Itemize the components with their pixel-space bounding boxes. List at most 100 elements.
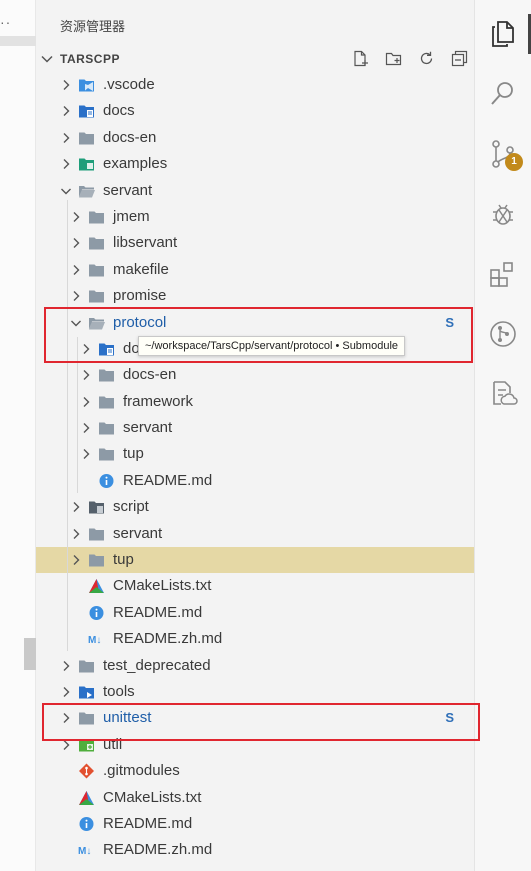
chevron-down-icon[interactable] bbox=[60, 185, 72, 197]
new-file-icon[interactable] bbox=[352, 50, 369, 67]
tree-item-label: README.md bbox=[113, 603, 203, 621]
tree-item-label: docs-en bbox=[103, 128, 157, 146]
vscode-folder-icon bbox=[79, 79, 94, 92]
chevron-right-icon[interactable] bbox=[70, 290, 82, 302]
folder-icon bbox=[79, 660, 94, 673]
chevron-right-icon[interactable] bbox=[70, 554, 82, 566]
tree-item-label: CMakeLists.txt bbox=[103, 788, 202, 806]
tree-item[interactable]: servant bbox=[36, 521, 474, 547]
tree-item-label: .vscode bbox=[103, 76, 155, 93]
collapse-all-icon[interactable] bbox=[451, 50, 468, 67]
tree-item-label: examples bbox=[103, 155, 168, 173]
chevron-right-icon[interactable] bbox=[80, 396, 92, 408]
tree-item-label: servant bbox=[123, 419, 173, 437]
tree-item[interactable]: tup bbox=[36, 547, 474, 574]
tree-item[interactable]: docs-en bbox=[36, 125, 474, 151]
folder-icon bbox=[99, 422, 114, 435]
chevron-down-icon[interactable] bbox=[40, 52, 54, 66]
tree-item[interactable]: docs bbox=[36, 98, 474, 124]
chevron-right-icon[interactable] bbox=[60, 132, 72, 144]
tree-item[interactable]: CMakeLists.txt bbox=[36, 785, 474, 811]
tree-item-label: tup bbox=[113, 551, 134, 569]
chevron-right-icon[interactable] bbox=[60, 686, 72, 698]
examples-folder-icon bbox=[79, 158, 94, 171]
chevron-right-icon[interactable] bbox=[80, 448, 92, 460]
markdown-icon: M↓ bbox=[88, 635, 101, 646]
tree-item-label: README.zh.md bbox=[103, 841, 213, 859]
tools-folder-icon bbox=[79, 686, 94, 699]
tree-item[interactable]: framework bbox=[36, 389, 474, 415]
folder-open-icon bbox=[79, 185, 95, 198]
cmake-icon bbox=[79, 790, 94, 805]
tree-item-label: servant bbox=[113, 524, 163, 542]
info-icon bbox=[79, 816, 94, 831]
tree-item[interactable]: README.md bbox=[36, 468, 474, 494]
tree-item-label: test_deprecated bbox=[103, 656, 211, 674]
tree-item[interactable]: .gitmodules bbox=[36, 758, 474, 784]
run-debug-icon[interactable] bbox=[487, 198, 519, 230]
chevron-right-icon[interactable] bbox=[80, 422, 92, 434]
chevron-right-icon[interactable] bbox=[70, 237, 82, 249]
tree-item-label: docs-en bbox=[123, 366, 177, 384]
tree-item[interactable]: promise bbox=[36, 283, 474, 309]
editor-tab-shadow bbox=[0, 36, 36, 46]
chevron-right-icon[interactable] bbox=[60, 79, 72, 91]
chevron-right-icon[interactable] bbox=[70, 528, 82, 540]
tree-item-label: jmem bbox=[113, 207, 150, 225]
tree-item-label: promise bbox=[113, 287, 167, 305]
chevron-right-icon[interactable] bbox=[70, 264, 82, 276]
chevron-right-icon[interactable] bbox=[70, 501, 82, 513]
tree-item-label: README.md bbox=[103, 814, 193, 832]
tree-item-label: makefile bbox=[113, 260, 169, 278]
refresh-icon[interactable] bbox=[418, 50, 435, 67]
tree-item[interactable]: jmem bbox=[36, 204, 474, 230]
section-actions bbox=[352, 50, 468, 67]
tree-item[interactable]: servant bbox=[36, 178, 474, 204]
chevron-right-icon[interactable] bbox=[80, 369, 92, 381]
tree-item-label: tup bbox=[123, 445, 144, 463]
overflow-text: ·· ··· ·· bbox=[268, 864, 303, 871]
explorer-files-icon[interactable] bbox=[487, 18, 519, 50]
workspace-section-header[interactable]: TARSCPP bbox=[36, 46, 474, 72]
editor-edge: ·· bbox=[0, 0, 36, 871]
git-graph-icon[interactable] bbox=[487, 318, 519, 350]
chevron-right-icon[interactable] bbox=[60, 660, 72, 672]
tree-item[interactable]: .vscode bbox=[36, 72, 474, 98]
chevron-right-icon[interactable] bbox=[70, 211, 82, 223]
tree-item-label: CMakeLists.txt bbox=[113, 577, 212, 595]
tree-item[interactable]: M↓ README.zh.md bbox=[36, 837, 474, 863]
tree-item[interactable]: examples bbox=[36, 151, 474, 177]
tree-item[interactable]: servant bbox=[36, 415, 474, 441]
script-folder-icon bbox=[89, 501, 104, 514]
tree-item[interactable]: test_deprecated bbox=[36, 653, 474, 679]
chevron-right-icon[interactable] bbox=[60, 105, 72, 117]
workspace-title: TARSCPP bbox=[60, 52, 120, 66]
tree-item[interactable]: libservant bbox=[36, 230, 474, 256]
tree-item[interactable]: README.md bbox=[36, 600, 474, 626]
folder-icon bbox=[89, 528, 104, 541]
tree-item[interactable]: docs-en bbox=[36, 362, 474, 388]
chevron-right-icon[interactable] bbox=[60, 158, 72, 170]
folder-icon bbox=[89, 554, 104, 567]
tree-item[interactable]: tools bbox=[36, 679, 474, 705]
folder-icon bbox=[99, 369, 114, 382]
tree-item-label: servant bbox=[103, 181, 153, 199]
extensions-icon[interactable] bbox=[487, 258, 519, 290]
tree-item[interactable]: tup bbox=[36, 441, 474, 467]
tree-item[interactable]: makefile bbox=[36, 257, 474, 283]
info-icon bbox=[89, 605, 104, 620]
tree-item[interactable]: script bbox=[36, 494, 474, 520]
tree-item-label: script bbox=[113, 498, 149, 516]
tree-item-label: libservant bbox=[113, 234, 178, 252]
search-icon[interactable] bbox=[487, 78, 519, 110]
remote-explorer-icon[interactable] bbox=[487, 378, 519, 410]
editor-scrollbar[interactable] bbox=[24, 638, 36, 670]
new-folder-icon[interactable] bbox=[385, 50, 402, 67]
tree-item[interactable]: README.md bbox=[36, 811, 474, 837]
folder-icon bbox=[99, 448, 114, 461]
folder-icon bbox=[89, 264, 104, 277]
tree-item[interactable]: CMakeLists.txt bbox=[36, 573, 474, 599]
tree-item[interactable]: M↓ README.zh.md bbox=[36, 626, 474, 652]
folder-icon bbox=[89, 290, 104, 303]
more-actions-icon[interactable]: ·· bbox=[0, 14, 24, 30]
